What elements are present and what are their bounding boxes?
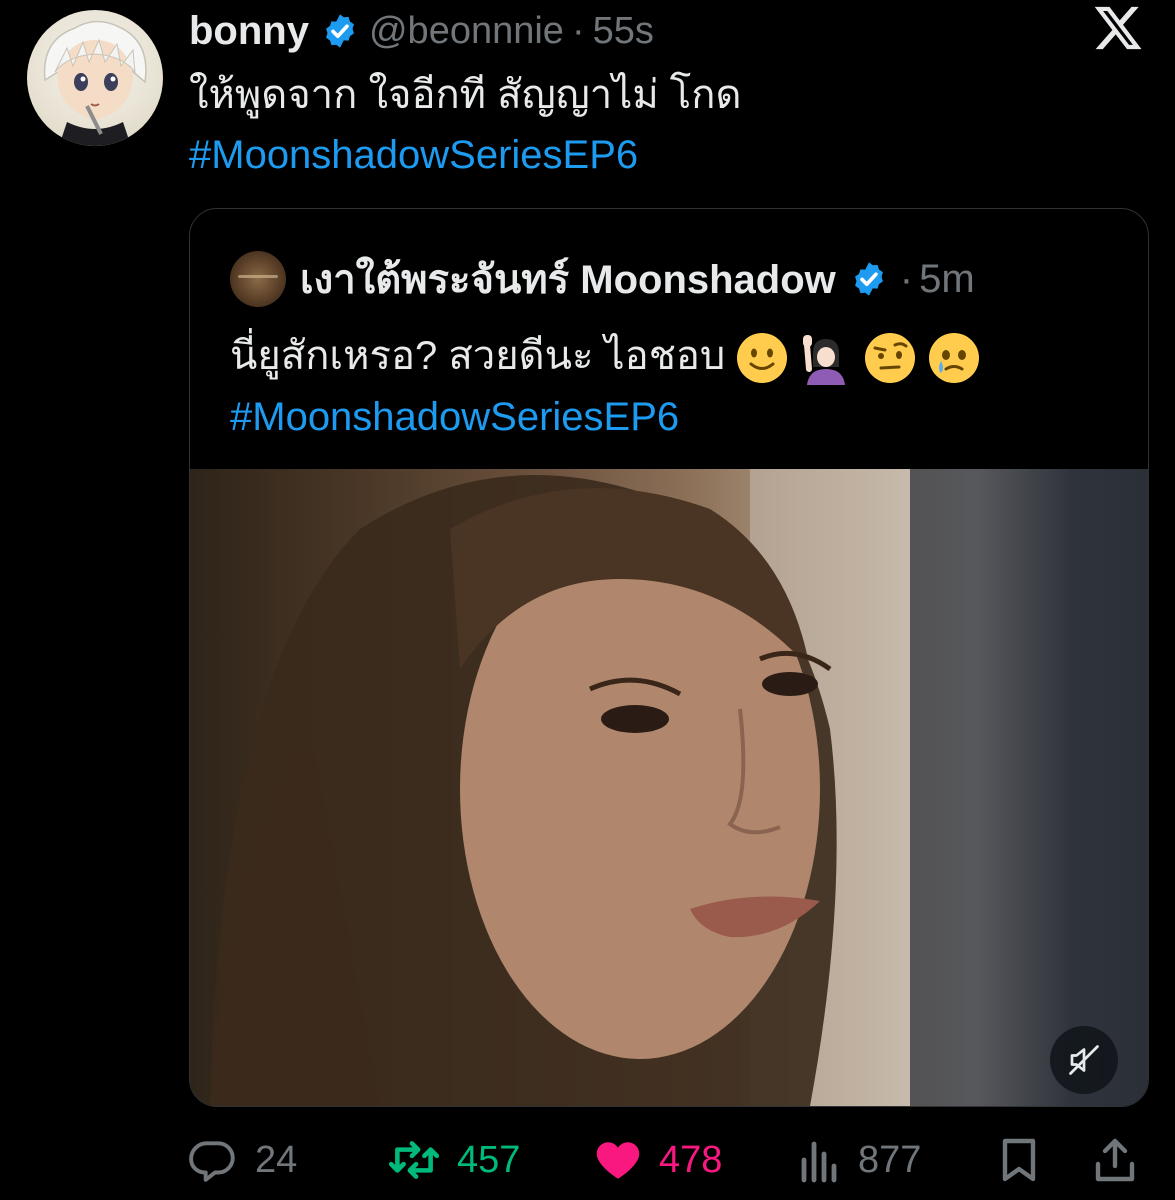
video-player[interactable] [190, 469, 1148, 1106]
repost-button[interactable]: 457 [387, 1130, 520, 1190]
share-button[interactable] [1093, 1130, 1153, 1190]
quote-text-line: นี่ยูสักเหรอ? สวยดีนะ ไอชอบ [230, 331, 981, 386]
author-handle[interactable]: @beonnnie [369, 10, 564, 53]
repost-icon [388, 1141, 440, 1179]
face-holding-back-tears-icon [927, 331, 981, 385]
x-logo-icon[interactable] [1092, 2, 1144, 54]
share-icon [1095, 1138, 1135, 1182]
action-bar: 24 457 478 877 [189, 1130, 1147, 1190]
repost-count: 457 [457, 1138, 521, 1181]
bookmark-icon [1002, 1138, 1036, 1182]
slightly-smiling-face-icon [735, 331, 789, 385]
reply-button[interactable]: 24 [189, 1130, 297, 1190]
heart-icon [596, 1142, 640, 1179]
views-icon [801, 1141, 837, 1183]
person-raising-hand-icon [799, 331, 853, 386]
author-name[interactable]: bonny [189, 9, 309, 54]
bookmark-button[interactable] [997, 1130, 1057, 1190]
quoted-tweet[interactable]: เงาใต้พระจันทร์ Moonshadow · 5m นี่ยูสัก… [189, 208, 1149, 1107]
quote-author-name[interactable]: เงาใต้พระจันทร์ Moonshadow [300, 247, 836, 311]
quote-header: เงาใต้พระจันทร์ Moonshadow · 5m [230, 249, 975, 309]
like-count: 478 [659, 1138, 723, 1181]
quote-timestamp[interactable]: 5m [919, 257, 975, 302]
separator-dot: · [571, 9, 585, 52]
view-count: 877 [858, 1138, 922, 1181]
author-avatar[interactable] [27, 10, 163, 146]
tweet-text: ให้พูดจาก ใจอีกที สัญญาไม่ โกด [189, 73, 742, 117]
like-button[interactable]: 478 [593, 1130, 722, 1190]
face-with-raised-eyebrow-icon [863, 331, 917, 385]
mute-button[interactable] [1050, 1026, 1118, 1094]
reply-icon [189, 1141, 235, 1182]
tweet-hashtag[interactable]: #MoonshadowSeriesEP6 [189, 130, 638, 180]
reply-count: 24 [255, 1138, 298, 1181]
tweet-timestamp[interactable]: 55s [593, 10, 654, 53]
quote-text: นี่ยูสักเหรอ? สวยดีนะ ไอชอบ [230, 334, 726, 378]
quote-hashtag[interactable]: #MoonshadowSeriesEP6 [230, 392, 679, 442]
video-frame [210, 469, 1148, 1106]
separator-dot: · [899, 256, 914, 301]
mute-icon [1069, 1045, 1099, 1075]
tweet-header: bonny @beonnnie · 55s [189, 5, 654, 57]
verified-badge-icon [850, 260, 888, 298]
views-button[interactable]: 877 [798, 1130, 921, 1190]
verified-badge-icon [321, 12, 359, 50]
quote-author-avatar[interactable] [230, 251, 286, 307]
